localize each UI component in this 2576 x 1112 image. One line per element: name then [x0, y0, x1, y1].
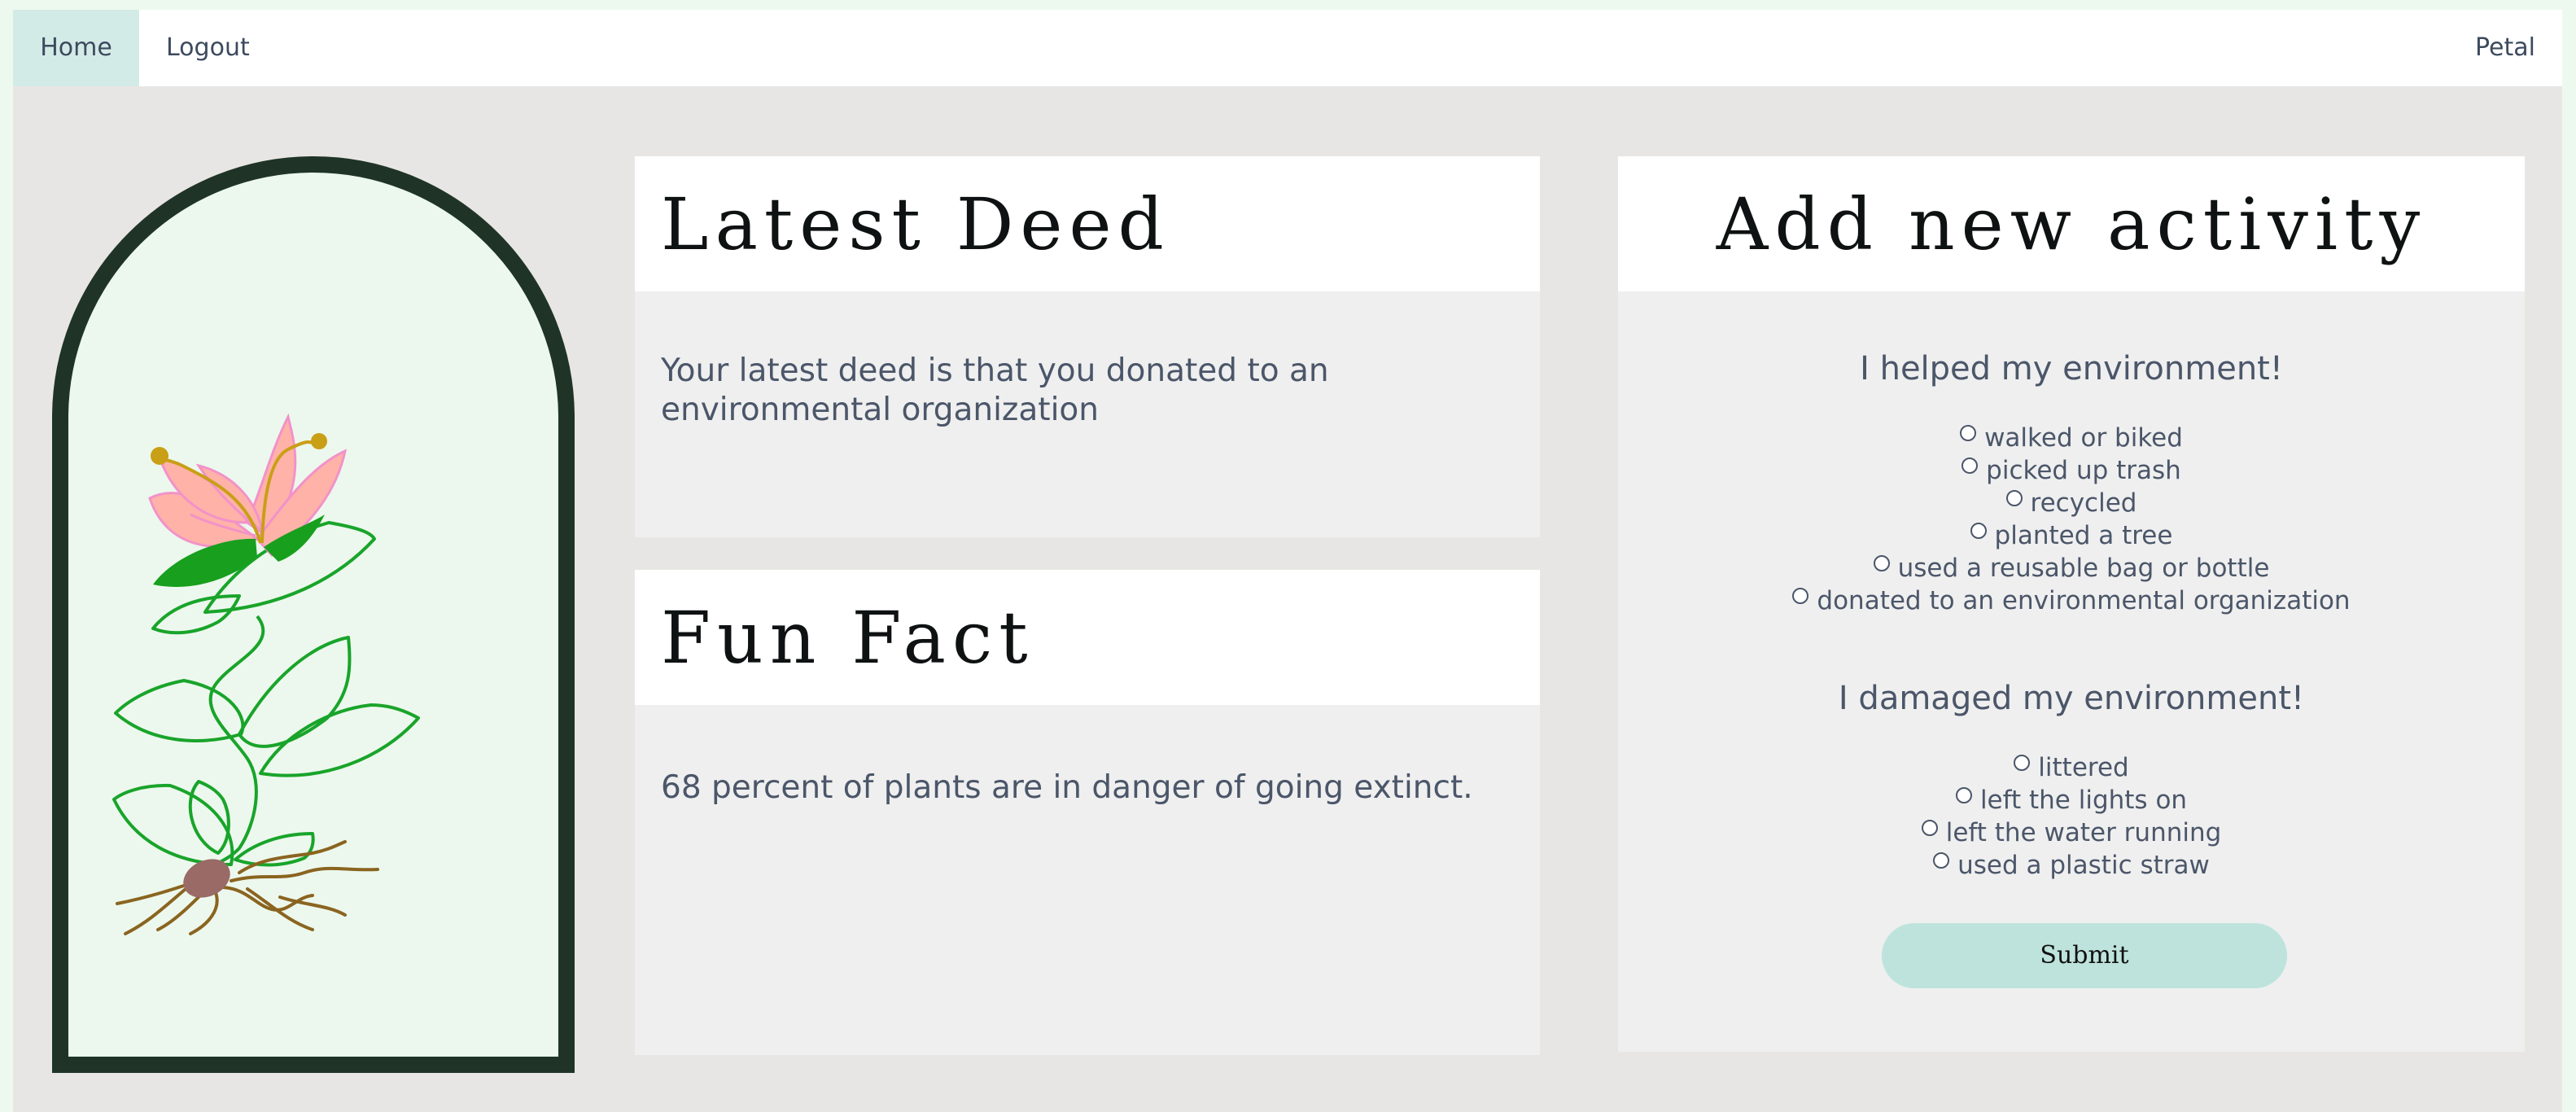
helped-option[interactable]: recycled [1618, 487, 2525, 519]
nav-home-link[interactable]: Home [13, 10, 139, 86]
page-frame: Home Logout Petal Latest Deed Your lates… [13, 10, 2562, 1112]
flower [148, 413, 348, 587]
fun-fact-title: Fun Fact [661, 596, 1034, 680]
damaged-option[interactable]: littered [1618, 751, 2525, 784]
plant-arch-frame [52, 156, 575, 1073]
helped-option[interactable]: walked or biked [1618, 422, 2525, 454]
leaf [151, 594, 241, 635]
latest-deed-header: Latest Deed [635, 156, 1540, 291]
damaged-heading: I damaged my environment! [1838, 680, 2305, 717]
latest-deed-title: Latest Deed [661, 182, 1170, 266]
root [230, 866, 379, 882]
option-label: used a reusable bag or bottle [1897, 554, 2270, 583]
leaf [259, 703, 420, 777]
top-navbar: Home Logout Petal [13, 10, 2562, 86]
brand-name[interactable]: Petal [2475, 10, 2535, 86]
option-label: planted a tree [1994, 521, 2173, 550]
add-activity-title: Add new activity [1716, 182, 2427, 266]
helped-heading: I helped my environment! [1860, 350, 2283, 387]
latest-deed-card: Latest Deed Your latest deed is that you… [635, 156, 1540, 537]
anther [311, 433, 327, 449]
damaged-option[interactable]: used a plastic straw [1618, 849, 2525, 882]
radio-button[interactable] [1962, 457, 1979, 474]
nav-logout-link[interactable]: Logout [166, 10, 250, 86]
anther [151, 447, 168, 465]
leaf [114, 679, 245, 742]
damaged-option[interactable]: left the lights on [1618, 784, 2525, 816]
flower-plant-illustration [112, 413, 420, 935]
option-label: used a plastic straw [1957, 851, 2210, 880]
option-label: left the lights on [1979, 786, 2188, 815]
helped-options: walked or biked picked up trash recycled… [1618, 422, 2525, 617]
fun-fact-card: Fun Fact 68 percent of plants are in dan… [635, 570, 1540, 1055]
option-label: recycled [2030, 488, 2137, 518]
radio-button[interactable] [1960, 425, 1977, 441]
root [221, 886, 314, 912]
helped-option[interactable]: donated to an environmental organization [1618, 584, 2525, 617]
add-activity-card: Add new activity I helped my environment… [1618, 156, 2525, 1052]
damaged-option[interactable]: left the water running [1618, 816, 2525, 849]
latest-deed-text: Your latest deed is that you donated to … [661, 352, 1329, 428]
damaged-options: littered left the lights on left the wat… [1618, 751, 2525, 882]
radio-button[interactable] [1955, 787, 1972, 803]
radio-button[interactable] [1933, 852, 1950, 869]
radio-button[interactable] [1873, 555, 1890, 571]
option-label: littered [2038, 753, 2129, 782]
option-label: left the water running [1945, 818, 2222, 847]
radio-button[interactable] [1970, 523, 1987, 539]
option-label: donated to an environmental organization [1817, 586, 2351, 615]
submit-button[interactable]: Submit [1882, 923, 2287, 988]
radio-button[interactable] [1921, 820, 1938, 836]
fun-fact-header: Fun Fact [635, 570, 1540, 705]
stem [205, 615, 265, 873]
radio-button[interactable] [2014, 755, 2031, 771]
plant-leaves [112, 521, 420, 873]
add-activity-header: Add new activity [1618, 156, 2525, 291]
option-label: walked or biked [1984, 423, 2183, 453]
option-label: picked up trash [1986, 456, 2181, 485]
helped-option[interactable]: used a reusable bag or bottle [1618, 552, 2525, 584]
leaf [238, 636, 352, 748]
roots [116, 840, 379, 935]
helped-option[interactable]: planted a tree [1618, 519, 2525, 552]
radio-button[interactable] [1792, 588, 1809, 604]
helped-option[interactable]: picked up trash [1618, 454, 2525, 487]
fun-fact-text: 68 percent of plants are in danger of go… [661, 769, 1473, 806]
radio-button[interactable] [2005, 490, 2023, 506]
leaf [188, 780, 230, 855]
